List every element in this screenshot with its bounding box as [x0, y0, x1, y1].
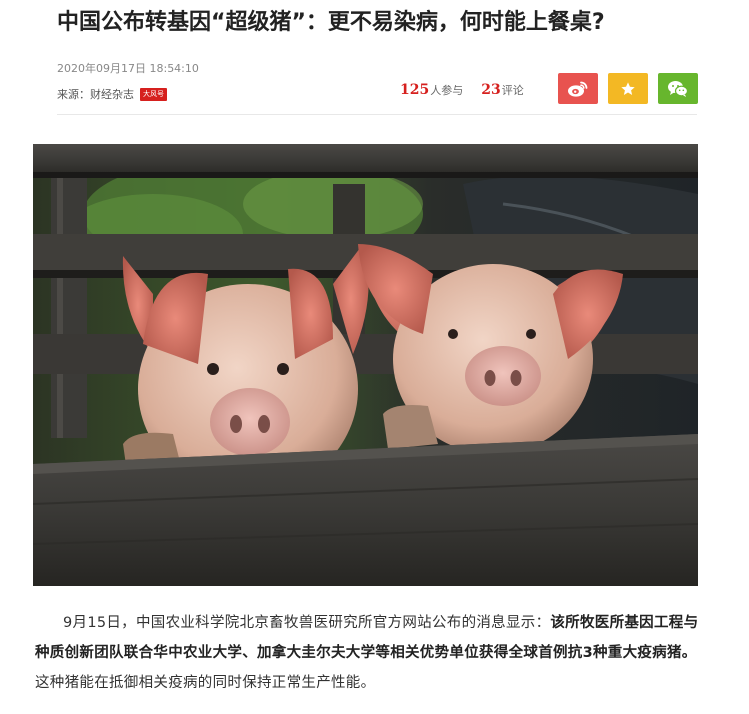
article-paragraph: 9月15日，中国农业科学院北京畜牧兽医研究所官方网站公布的消息显示：该所牧医所基… [35, 608, 700, 698]
publish-date: 2020年09月17日 18:54:10 [57, 62, 199, 75]
article-title: 中国公布转基因“超级猪”：更不易染病，何时能上餐桌? [57, 10, 605, 35]
article-photo [33, 144, 698, 586]
share-wechat-button[interactable] [658, 73, 698, 104]
pigs-photo-illustration [33, 144, 698, 586]
source-badge: 大风号 [140, 87, 167, 101]
paragraph-lead: 9月15日，中国农业科学院北京畜牧兽医研究所官方网站公布的消息显示： [63, 615, 551, 631]
source-label[interactable]: 来源：财经杂志 [57, 86, 134, 102]
favorite-button[interactable] [608, 73, 648, 104]
paragraph-tail: 这种猪能在抵御相关疫病的同时保持正常生产性能。 [35, 675, 376, 691]
weibo-icon [568, 81, 588, 97]
article-meta: 2020年09月17日 18:54:10 来源：财经杂志 大风号 [57, 62, 199, 102]
participants-count: 125 [400, 82, 430, 98]
comments-label[interactable]: 评论 [502, 82, 524, 98]
comments-count[interactable]: 23 [481, 82, 500, 98]
wechat-icon [668, 80, 689, 97]
engagement-stats: 125 人参与 23 评论 [400, 82, 524, 98]
source-row: 来源：财经杂志 大风号 [57, 86, 199, 102]
share-weibo-button[interactable] [558, 73, 598, 104]
participants-label: 人参与 [430, 84, 464, 97]
header-divider [57, 114, 697, 115]
star-icon [621, 81, 635, 95]
